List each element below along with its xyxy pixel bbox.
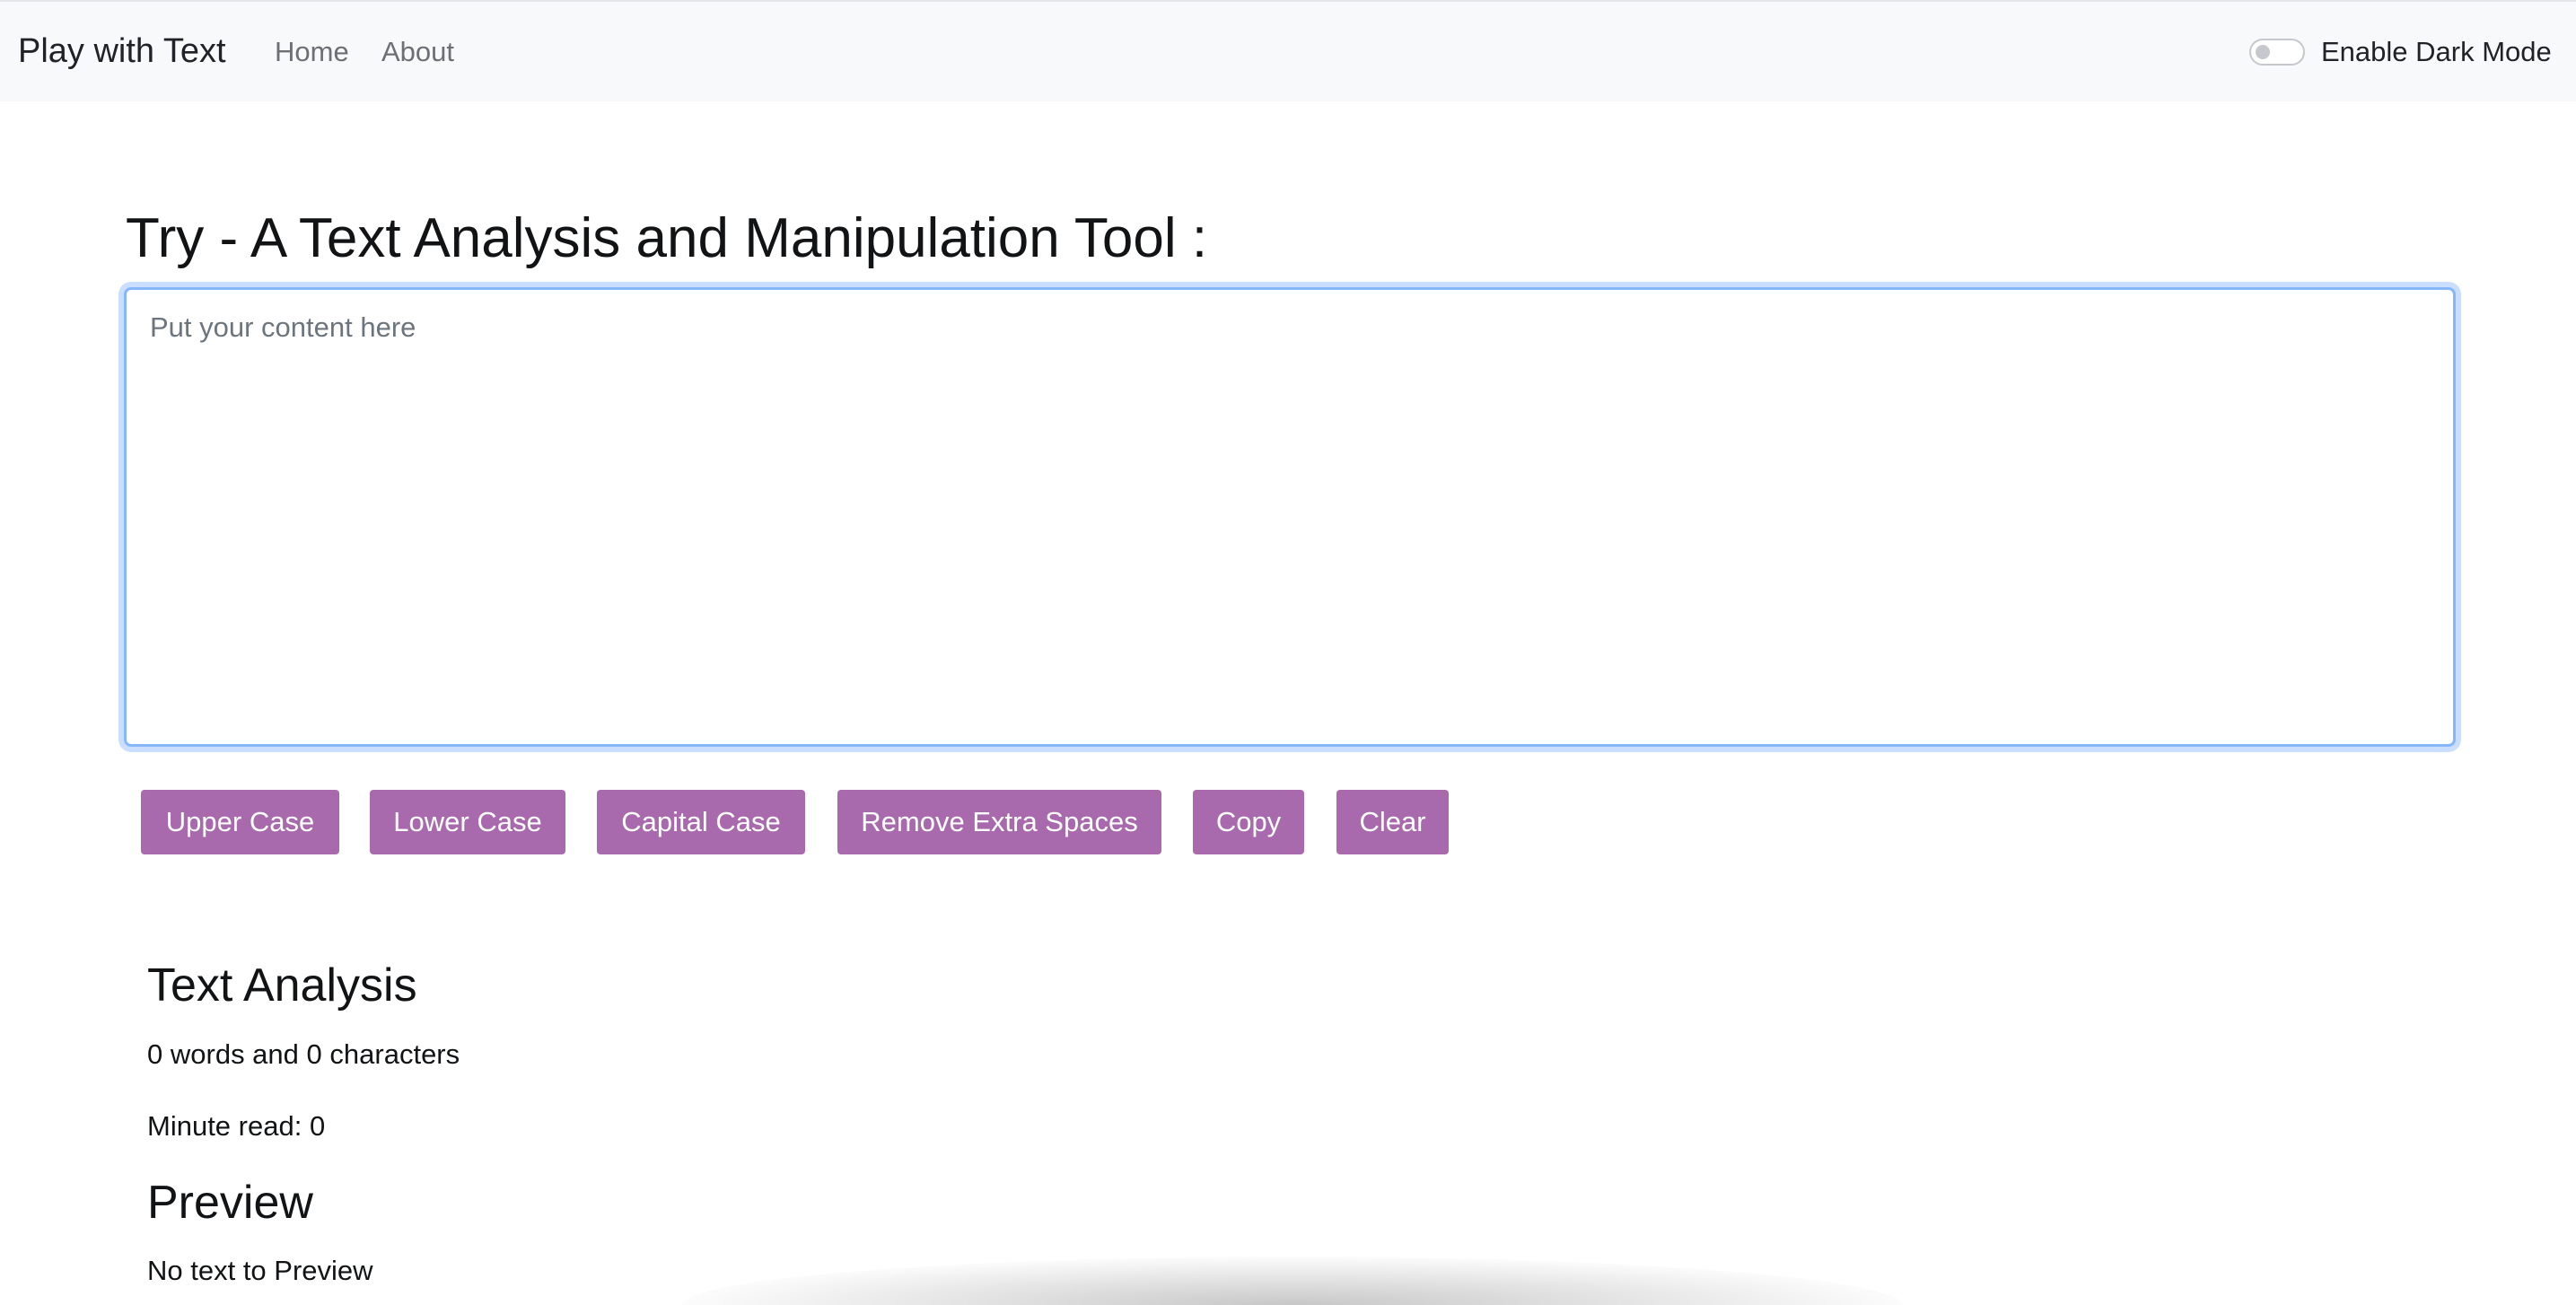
bottom-overlay-shadow xyxy=(682,1257,1903,1305)
copy-button[interactable]: Copy xyxy=(1193,790,1304,854)
dark-mode-label[interactable]: Enable Dark Mode xyxy=(2321,36,2552,68)
navbar: Play with Text Home About Enable Dark Mo… xyxy=(0,0,2576,101)
nav-link-home[interactable]: Home xyxy=(275,36,349,68)
content-textarea[interactable] xyxy=(124,287,2456,747)
nav-link-about[interactable]: About xyxy=(381,36,454,68)
minute-read-label: Minute read: xyxy=(147,1110,302,1142)
char-count-value: 0 xyxy=(306,1038,322,1070)
preview-heading: Preview xyxy=(147,1177,313,1229)
lower-case-button[interactable]: Lower Case xyxy=(370,790,565,854)
upper-case-button[interactable]: Upper Case xyxy=(141,790,339,854)
toggle-knob-icon xyxy=(2256,45,2270,59)
words-and-label: words and xyxy=(170,1038,299,1070)
word-count-value: 0 xyxy=(147,1038,163,1070)
capital-case-button[interactable]: Capital Case xyxy=(597,790,805,854)
word-char-count: 0 words and 0 characters xyxy=(147,1038,460,1071)
dark-mode-toggle[interactable] xyxy=(2249,39,2305,66)
minute-read-value: 0 xyxy=(309,1110,326,1142)
clear-button[interactable]: Clear xyxy=(1336,790,1449,854)
page-title: Try - A Text Analysis and Manipulation T… xyxy=(126,207,1208,269)
preview-text: No text to Preview xyxy=(147,1255,373,1286)
characters-label: characters xyxy=(329,1038,460,1070)
text-analysis-heading: Text Analysis xyxy=(147,959,417,1012)
remove-extra-spaces-button[interactable]: Remove Extra Spaces xyxy=(837,790,1161,854)
minute-read: Minute read: 0 xyxy=(147,1110,325,1143)
navbar-brand[interactable]: Play with Text xyxy=(18,32,226,71)
